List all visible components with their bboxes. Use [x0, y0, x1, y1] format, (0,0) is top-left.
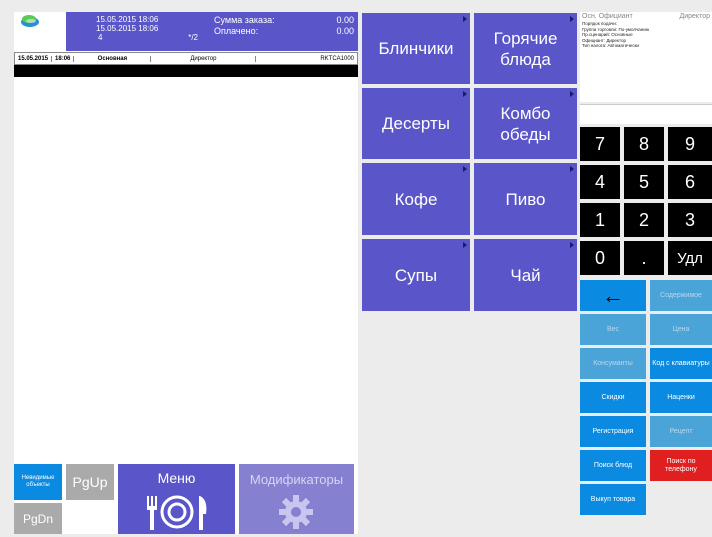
category-desserts[interactable]: Десерты: [362, 88, 470, 159]
waiter-role: Директор: [679, 13, 711, 20]
order-info-header: 15.05.2015 18:06 15.05.2015 18:06 4 */2: [66, 12, 210, 51]
submenu-arrow-icon: [570, 242, 574, 248]
registration-button[interactable]: Регистрация: [580, 416, 646, 447]
logo-area: [14, 12, 66, 51]
order-list-header-bar: [14, 65, 358, 77]
order-open-time: 15.05.2015 18:06: [96, 15, 159, 24]
strip-role: Директор: [151, 55, 257, 62]
menu-button[interactable]: Меню: [118, 464, 235, 534]
key-9[interactable]: 9: [668, 127, 712, 161]
category-bliny[interactable]: Блинчики: [362, 13, 470, 84]
strip-hall: Основная: [74, 55, 152, 62]
hidden-objects-button[interactable]: Невидимые объекты: [14, 464, 62, 500]
category-coffee[interactable]: Кофе: [362, 163, 470, 235]
key-2[interactable]: 2: [624, 203, 664, 237]
dish-search-button[interactable]: Поиск блюд: [580, 450, 646, 481]
category-label: Пиво: [505, 189, 546, 209]
submenu-arrow-icon: [570, 166, 574, 172]
category-label: Блинчики: [378, 39, 454, 58]
contents-button[interactable]: Содержимое: [650, 280, 712, 311]
category-label: Десерты: [381, 114, 450, 133]
submenu-arrow-icon: [463, 91, 467, 97]
code-from-keyboard-button[interactable]: Код с клавиатуры: [650, 348, 712, 379]
submenu-arrow-icon: [570, 91, 574, 97]
category-tea[interactable]: Чай: [474, 239, 577, 311]
markups-button[interactable]: Наценки: [650, 382, 712, 413]
left-arrow-icon: ←: [602, 282, 624, 308]
category-label: Горячие блюда: [493, 28, 558, 69]
order-sum-label: Сумма заказа:: [214, 15, 275, 25]
price-button[interactable]: Цена: [650, 314, 712, 345]
key-8[interactable]: 8: [624, 127, 664, 161]
table-number: 4: [98, 33, 103, 42]
discounts-button[interactable]: Скидки: [580, 382, 646, 413]
category-label: Супы: [394, 265, 438, 285]
key-0[interactable]: 0: [580, 241, 620, 275]
gear-icon: [279, 495, 313, 529]
quantity-input[interactable]: [580, 104, 712, 124]
key-4[interactable]: 4: [580, 165, 620, 199]
order-sum-header: Сумма заказа: 0.00 Оплачено: 0.00: [210, 12, 358, 51]
phone-search-button[interactable]: Поиск по телефону: [650, 450, 712, 481]
order-sum-value: 0.00: [336, 15, 354, 25]
category-label: Кофе: [394, 189, 438, 209]
key-7[interactable]: 7: [580, 127, 620, 161]
modifiers-button[interactable]: Модификаторы: [239, 464, 354, 534]
waiter-title: Осн. Официант: [582, 13, 633, 20]
plate-cutlery-icon: [147, 495, 207, 530]
strip-terminal: RKTCA1000: [320, 55, 354, 62]
consumables-button[interactable]: Консуманты: [580, 348, 646, 379]
backspace-button[interactable]: ←: [580, 280, 646, 311]
pgdn-button[interactable]: PgDn: [14, 503, 62, 534]
submenu-arrow-icon: [463, 16, 467, 22]
category-combo-lunch[interactable]: Комбо обеды: [474, 88, 577, 159]
category-beer[interactable]: Пиво: [474, 163, 577, 235]
key-6[interactable]: 6: [668, 165, 712, 199]
category-hot-dishes[interactable]: Горячие блюда: [474, 13, 577, 84]
modifiers-label: Модификаторы: [249, 472, 344, 487]
buyout-button[interactable]: Выкуп товара: [580, 484, 646, 515]
guest-count: */2: [188, 33, 198, 42]
info-line: Тип налога: Автоматически: [582, 43, 639, 48]
submenu-arrow-icon: [570, 16, 574, 22]
menu-label: Меню: [157, 470, 196, 486]
submenu-arrow-icon: [463, 166, 467, 172]
paid-label: Оплачено:: [214, 26, 259, 36]
delete-key[interactable]: Удл: [668, 241, 712, 275]
waiter-info-panel: Осн. Официант Директор Порядок подачи: Г…: [580, 12, 712, 102]
weight-button[interactable]: Вес: [580, 314, 646, 345]
key-3[interactable]: 3: [668, 203, 712, 237]
category-label: Чай: [510, 265, 541, 285]
pgup-button[interactable]: PgUp: [66, 464, 114, 500]
strip-time: 18:06: [52, 55, 75, 62]
key-5[interactable]: 5: [624, 165, 664, 199]
logo-icon: [21, 15, 39, 27]
category-label: Комбо обеды: [500, 103, 551, 144]
key-decimal[interactable]: .: [624, 241, 664, 275]
paid-value: 0.00: [336, 26, 354, 36]
order-current-time: 15.05.2015 18:06: [96, 24, 159, 33]
key-1[interactable]: 1: [580, 203, 620, 237]
order-items-list[interactable]: [14, 77, 358, 462]
strip-date: 15.05.2015: [15, 55, 53, 62]
recipe-button[interactable]: Рецепт: [650, 416, 712, 447]
category-soups[interactable]: Супы: [362, 239, 470, 311]
submenu-arrow-icon: [463, 242, 467, 248]
status-strip: 15.05.2015 18:06 Основная Директор RKTCA…: [14, 52, 358, 65]
